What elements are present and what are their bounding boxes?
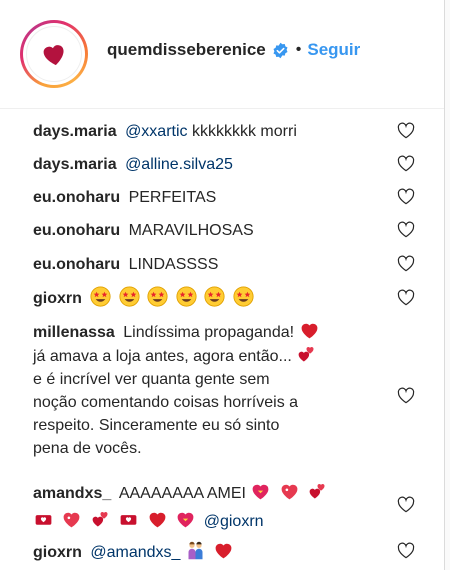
revolving-hearts-emoji-icon <box>298 347 314 362</box>
post-header: quemdisseberenice • Seguir <box>0 0 444 109</box>
comment-username[interactable]: millenassa <box>33 324 115 341</box>
love-letter-emoji-icon <box>35 515 52 525</box>
sparkling-heart-emoji-icon <box>281 484 298 500</box>
comment-username[interactable]: eu.onoharu <box>33 222 120 239</box>
couple-emoji-icon <box>188 541 203 560</box>
comment-username[interactable]: gioxrn <box>33 544 82 561</box>
comment-item: eu.onoharu MARAVILHOSAS <box>33 219 383 242</box>
heart-outline-icon[interactable] <box>397 542 415 559</box>
heart-with-ribbon-emoji-icon <box>177 512 194 528</box>
comment-text-line: já amava a loja antes, agora então... <box>33 348 292 365</box>
star-struck-emoji-icon <box>176 286 197 307</box>
red-heart-emoji-icon <box>215 543 232 559</box>
comment-text: AAAAAAAA AMEI <box>118 485 246 502</box>
heart-outline-icon[interactable] <box>397 155 415 172</box>
comment-mention[interactable]: @amandxs_ <box>90 544 180 561</box>
comment-item: gioxrn <box>33 286 383 310</box>
red-heart-emoji-icon <box>149 512 166 528</box>
revolving-hearts-emoji-icon <box>309 484 325 499</box>
comment-mention[interactable]: @gioxrn <box>204 513 264 530</box>
revolving-hearts-emoji-icon <box>92 512 108 527</box>
comment-item: eu.onoharu PERFEITAS <box>33 186 383 209</box>
star-struck-emoji-icon <box>147 286 168 307</box>
comment-text-line: e é incrível ver quanta gente sem <box>33 371 270 388</box>
comment-text: LINDASSSS <box>128 256 219 273</box>
heart-outline-icon[interactable] <box>397 221 415 238</box>
comment-text-line: pena de vocês. <box>33 440 142 457</box>
comment-username[interactable]: amandxs_ <box>33 485 111 502</box>
heart-outline-icon[interactable] <box>397 188 415 205</box>
heart-outline-icon[interactable] <box>397 122 415 139</box>
comment-item: days.maria @xxartic kkkkkkkk morri <box>33 120 383 143</box>
verified-badge-icon <box>273 42 288 58</box>
comment-text: PERFEITAS <box>128 189 217 206</box>
comment-text: MARAVILHOSAS <box>128 222 254 239</box>
follow-button[interactable]: Seguir <box>307 40 360 60</box>
star-struck-emoji-icon <box>204 286 225 307</box>
comment-text-line: respeito. Sinceramente eu só sinto <box>33 417 280 434</box>
comment-username[interactable]: gioxrn <box>33 290 82 307</box>
comment-emojis <box>90 286 256 307</box>
sparkling-heart-emoji-icon <box>64 512 80 528</box>
star-struck-emoji-icon <box>119 286 140 307</box>
star-struck-emoji-icon <box>233 286 254 307</box>
red-heart-emoji-icon <box>301 323 317 339</box>
heart-logo-icon <box>43 45 64 66</box>
comment-username[interactable]: eu.onoharu <box>33 189 120 206</box>
comment-mention[interactable]: @xxartic <box>125 123 187 140</box>
comment-username[interactable]: days.maria <box>33 123 117 140</box>
comment-text-line: noção comentando coisas horríveis a <box>33 394 299 411</box>
comment-item: millenassa Lindíssima propaganda! já ama… <box>33 320 393 460</box>
heart-outline-icon[interactable] <box>397 255 415 272</box>
post-username[interactable]: quemdisseberenice <box>107 40 266 60</box>
star-struck-emoji-icon <box>90 286 111 307</box>
heart-with-ribbon-emoji-icon <box>253 484 269 500</box>
comment-item: gioxrn @amandxs_ <box>33 540 383 564</box>
comment-text-line: Lindíssima propaganda! <box>123 324 295 341</box>
heart-outline-icon[interactable] <box>397 289 415 306</box>
comment-username[interactable]: eu.onoharu <box>33 256 120 273</box>
comment-username[interactable]: days.maria <box>33 156 117 173</box>
comments-panel: quemdisseberenice • Seguir days.maria @x… <box>0 0 445 570</box>
heart-outline-icon[interactable] <box>397 387 415 404</box>
comment-item: amandxs_ AAAAAAAA AMEI @gioxrn <box>33 481 393 533</box>
avatar[interactable] <box>20 20 88 88</box>
separator-dot: • <box>295 41 302 58</box>
comment-item: eu.onoharu LINDASSSS <box>33 253 383 276</box>
comment-text: kkkkkkkk morri <box>191 123 297 140</box>
love-letter-emoji-icon <box>120 515 137 525</box>
comment-mention[interactable]: @alline.silva25 <box>125 156 233 173</box>
comment-item: days.maria @alline.silva25 <box>33 153 383 176</box>
heart-outline-icon[interactable] <box>397 496 415 513</box>
